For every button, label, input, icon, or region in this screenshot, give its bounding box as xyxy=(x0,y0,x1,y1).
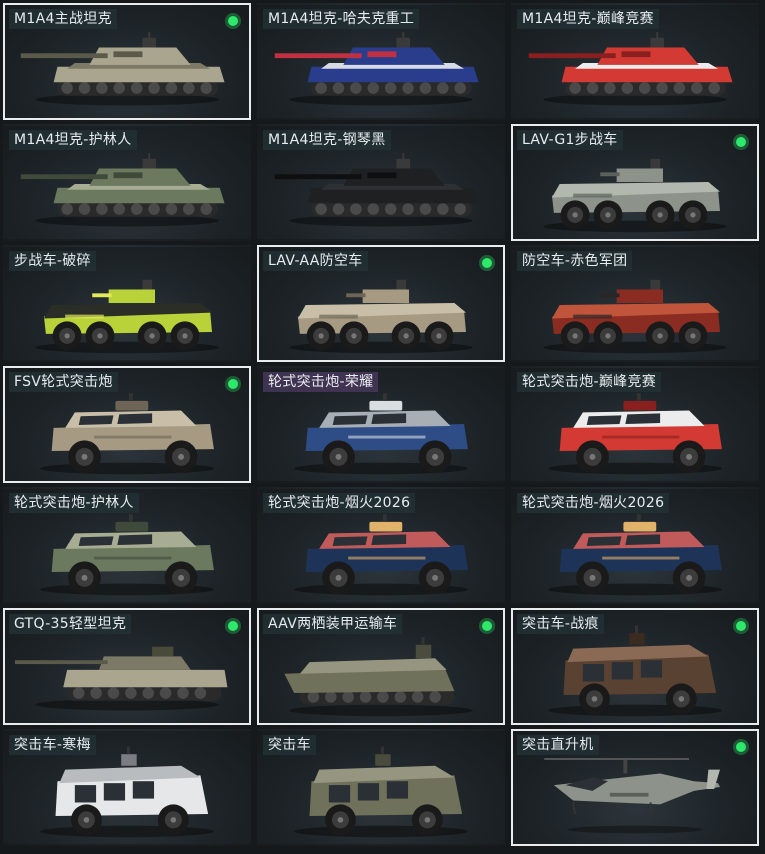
vehicle-card-title: 突击车 xyxy=(263,735,316,755)
vehicle-card-title: FSV轮式突击炮 xyxy=(9,372,118,392)
vehicle-card-title: M1A4坦克-哈夫克重工 xyxy=(263,9,420,29)
vehicle-card[interactable]: M1A4坦克-护林人 xyxy=(3,124,251,241)
owned-indicator-icon xyxy=(733,134,749,150)
vehicle-card-title: 突击直升机 xyxy=(517,735,599,755)
vehicle-skin-grid: M1A4主战坦克 M1A4坦克-哈夫克重工 M1A4坦克-巅峰竞赛 M1A4坦克… xyxy=(0,0,765,854)
vehicle-card[interactable]: M1A4坦克-哈夫克重工 xyxy=(257,3,505,120)
vehicle-card[interactable]: 突击直升机 xyxy=(511,729,759,846)
vehicle-card-title: 防空车-赤色军团 xyxy=(517,251,633,271)
vehicle-card-title: 突击车-战痕 xyxy=(517,614,604,634)
vehicle-card[interactable]: AAV两栖装甲运输车 xyxy=(257,608,505,725)
vehicle-card[interactable]: M1A4坦克-钢琴黑 xyxy=(257,124,505,241)
vehicle-card-title: M1A4坦克-护林人 xyxy=(9,130,137,150)
vehicle-card-title: 轮式突击炮-烟火2026 xyxy=(517,493,670,513)
vehicle-card[interactable]: 轮式突击炮-护林人 xyxy=(3,487,251,604)
owned-indicator-icon xyxy=(479,255,495,271)
vehicle-card[interactable]: 轮式突击炮-烟火2026 xyxy=(257,487,505,604)
owned-indicator-icon xyxy=(479,618,495,634)
vehicle-card-title: M1A4坦克-巅峰竞赛 xyxy=(517,9,659,29)
vehicle-card[interactable]: 步战车-破碎 xyxy=(3,245,251,362)
vehicle-card-title: M1A4主战坦克 xyxy=(9,9,117,29)
vehicle-card[interactable]: 突击车-寒梅 xyxy=(3,729,251,846)
vehicle-card[interactable]: M1A4主战坦克 xyxy=(3,3,251,120)
vehicle-card[interactable]: 突击车-战痕 xyxy=(511,608,759,725)
owned-indicator-icon xyxy=(733,739,749,755)
vehicle-card-title: GTQ-35轻型坦克 xyxy=(9,614,132,634)
vehicle-card[interactable]: 突击车 xyxy=(257,729,505,846)
vehicle-card[interactable]: 轮式突击炮-巅峰竞赛 xyxy=(511,366,759,483)
vehicle-card[interactable]: 轮式突击炮-荣耀 xyxy=(257,366,505,483)
vehicle-card-title: M1A4坦克-钢琴黑 xyxy=(263,130,391,150)
vehicle-card-title: LAV-G1步战车 xyxy=(517,130,623,150)
vehicle-card[interactable]: M1A4坦克-巅峰竞赛 xyxy=(511,3,759,120)
vehicle-card-title: AAV两栖装甲运输车 xyxy=(263,614,403,634)
owned-indicator-icon xyxy=(225,376,241,392)
vehicle-card[interactable]: FSV轮式突击炮 xyxy=(3,366,251,483)
vehicle-card-title: 轮式突击炮-护林人 xyxy=(9,493,139,513)
vehicle-card[interactable]: GTQ-35轻型坦克 xyxy=(3,608,251,725)
vehicle-card[interactable]: 轮式突击炮-烟火2026 xyxy=(511,487,759,604)
vehicle-card-title: 突击车-寒梅 xyxy=(9,735,96,755)
owned-indicator-icon xyxy=(225,13,241,29)
vehicle-card[interactable]: LAV-G1步战车 xyxy=(511,124,759,241)
vehicle-card-title: 轮式突击炮-烟火2026 xyxy=(263,493,416,513)
owned-indicator-icon xyxy=(225,618,241,634)
vehicle-card-title: 步战车-破碎 xyxy=(9,251,96,271)
vehicle-card-title: 轮式突击炮-巅峰竞赛 xyxy=(517,372,662,392)
vehicle-card[interactable]: LAV-AA防空车 xyxy=(257,245,505,362)
vehicle-card-title: LAV-AA防空车 xyxy=(263,251,368,271)
owned-indicator-icon xyxy=(733,618,749,634)
vehicle-card-title: 轮式突击炮-荣耀 xyxy=(263,372,379,392)
vehicle-card[interactable]: 防空车-赤色军团 xyxy=(511,245,759,362)
